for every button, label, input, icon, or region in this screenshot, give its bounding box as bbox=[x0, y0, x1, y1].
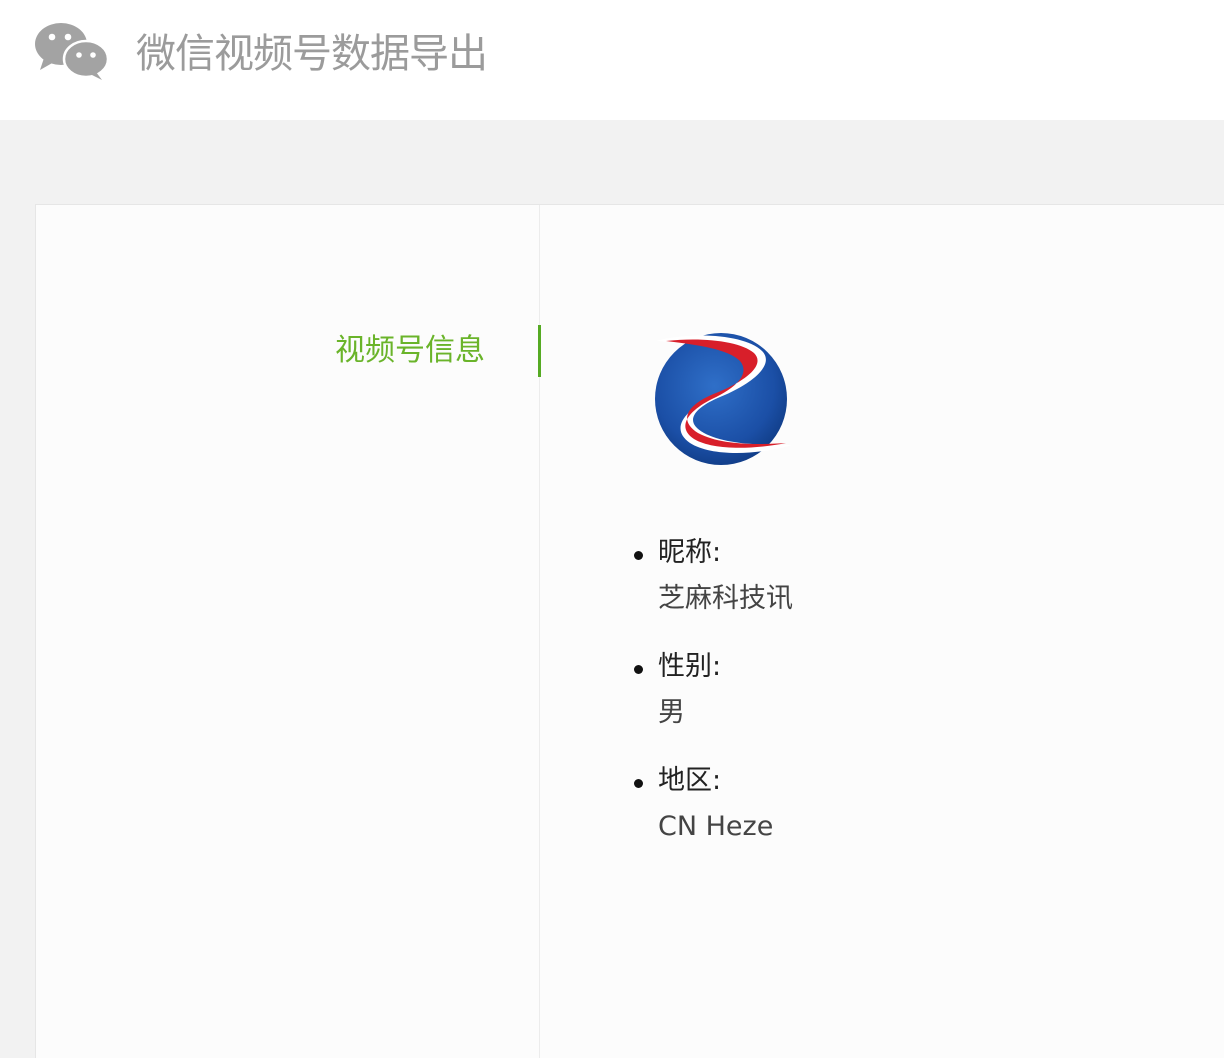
sidebar-item-channel-info[interactable]: 视频号信息 bbox=[36, 325, 541, 377]
gender-label: 性别: bbox=[658, 651, 722, 682]
app-title: 微信视频号数据导出 bbox=[136, 31, 488, 77]
sidebar: 视频号信息 bbox=[36, 205, 541, 1058]
sidebar-item-label: 视频号信息 bbox=[335, 333, 485, 368]
gender-value: 男 bbox=[658, 697, 685, 728]
bullet-icon bbox=[634, 551, 643, 560]
profile-panel: 昵称: 芝麻科技讯 性别: 男 地区: CN Heze bbox=[540, 205, 1224, 1058]
bullet-icon bbox=[634, 779, 643, 788]
region-label: 地区: bbox=[658, 765, 722, 796]
channel-avatar bbox=[655, 333, 792, 465]
nickname-value: 芝麻科技讯 bbox=[658, 583, 793, 614]
main-card: 视频号信息 昵称: 芝麻科技讯 性别: 男 地区: CN Heze bbox=[35, 204, 1224, 1058]
region-value: CN Heze bbox=[658, 811, 774, 842]
app-header: 微信视频号数据导出 bbox=[0, 0, 1224, 120]
bullet-icon bbox=[634, 665, 643, 674]
wechat-icon bbox=[35, 23, 110, 80]
nickname-label: 昵称: bbox=[658, 537, 722, 568]
